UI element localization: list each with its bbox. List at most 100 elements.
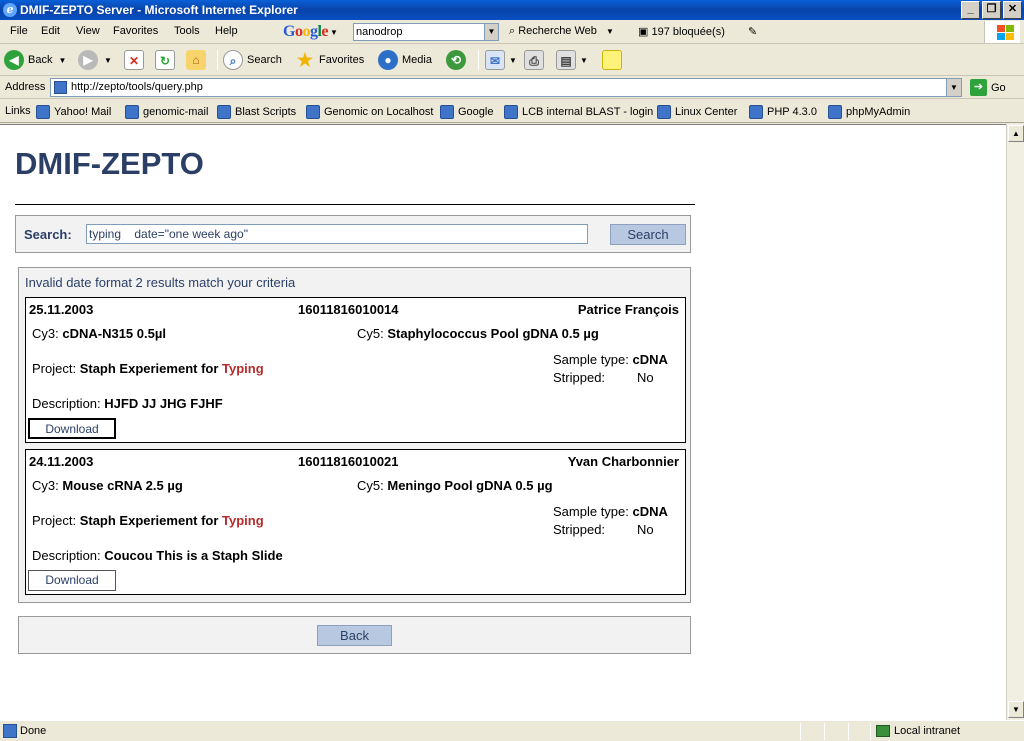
edit-page-icon: ▤ — [556, 50, 576, 70]
page-content: DMIF-ZEPTO Search: typing date="one week… — [0, 124, 1006, 720]
page-icon — [125, 105, 139, 119]
security-zone: Local intranet — [876, 725, 960, 737]
scroll-down-icon[interactable]: ▼ — [1008, 701, 1024, 718]
stop-button[interactable]: ✕ — [124, 49, 148, 71]
result-owner: Yvan Charbonnier — [567, 454, 679, 469]
title-divider — [15, 204, 695, 205]
address-input[interactable]: http://zepto/tools/query.php ▼ — [50, 78, 962, 97]
media-toolbar-button[interactable]: ● Media — [378, 49, 432, 71]
search-button[interactable]: Search — [610, 224, 686, 245]
search-label: Search: — [24, 227, 72, 242]
menu-edit[interactable]: Edit — [41, 25, 60, 37]
link-yahoo-mail[interactable]: Yahoo! Mail — [36, 105, 111, 119]
links-label: Links — [5, 105, 31, 117]
result-stripped-label: Stripped: — [553, 370, 606, 385]
ie-icon: e — [3, 3, 17, 17]
page-icon — [504, 105, 518, 119]
back-nav-button[interactable]: ◀ Back ▼ — [4, 49, 66, 71]
refresh-button[interactable]: ↻ — [155, 49, 179, 71]
menu-view[interactable]: View — [76, 25, 100, 37]
intranet-icon — [876, 725, 890, 737]
popup-blocked-icon: ▣ — [638, 26, 649, 38]
home-button[interactable]: ⌂ — [186, 49, 210, 71]
back-panel: Back — [18, 616, 691, 654]
mail-icon: ✉ — [485, 50, 505, 70]
printer-icon: ⎙ — [524, 50, 544, 70]
download-button[interactable]: Download — [28, 418, 116, 439]
menu-file[interactable]: File — [10, 25, 28, 37]
highlighter-icon[interactable]: ✎ — [748, 25, 757, 38]
result-description: Description: Coucou This is a Staph Slid… — [32, 548, 283, 563]
print-button[interactable]: ⎙ — [524, 49, 548, 71]
search-toolbar-button[interactable]: ⌕ Search — [223, 49, 282, 71]
result-date: 24.11.2003 — [29, 454, 94, 469]
windows-logo-icon — [984, 21, 1020, 43]
favorites-toolbar-button[interactable]: ★ Favorites — [295, 49, 364, 71]
forward-nav-button[interactable]: ▶ ▼ — [78, 49, 112, 71]
mail-button[interactable]: ✉ ▼ — [485, 49, 517, 71]
link-genomic-mail[interactable]: genomic-mail — [125, 105, 208, 119]
address-bar: Address http://zepto/tools/query.php ▼ ➔… — [0, 77, 1024, 99]
menu-favorites[interactable]: Favorites — [113, 25, 158, 37]
scroll-up-icon[interactable]: ▲ — [1008, 125, 1024, 142]
window-title: DMIF-ZEPTO Server - Microsoft Internet E… — [20, 3, 298, 17]
search-panel: Search: typing date="one week ago" Searc… — [15, 215, 691, 253]
result-description: Description: HJFD JJ JHG FJHF — [32, 396, 223, 411]
page-icon — [440, 105, 454, 119]
back-arrow-icon: ◀ — [4, 50, 24, 70]
standard-toolbar: ◀ Back ▼ ▶ ▼ ✕ ↻ ⌂ ⌕ Search ★ Favorites … — [0, 45, 1024, 76]
result-cy5: Cy5: Meningo Pool gDNA 0.5 µg — [357, 478, 553, 493]
search-input[interactable]: typing date="one week ago" — [86, 224, 588, 244]
result-cy3: Cy3: cDNA-N315 0.5µl — [32, 326, 166, 341]
results-message: Invalid date format 2 results match your… — [25, 275, 296, 290]
download-button[interactable]: Download — [28, 570, 116, 591]
star-icon: ★ — [296, 50, 314, 70]
link-blast-scripts[interactable]: Blast Scripts — [217, 105, 296, 119]
result-project: Project: Staph Experiement for Typing — [32, 361, 264, 376]
go-button[interactable]: ➔ Go — [970, 79, 1006, 96]
popup-blocker-button[interactable]: ▣ 197 bloquée(s) — [638, 25, 725, 38]
back-button[interactable]: Back — [317, 625, 392, 646]
magnifier-icon: ⌕ — [223, 50, 243, 70]
link-genomic-localhost[interactable]: Genomic on Localhost — [306, 105, 433, 119]
google-search-input[interactable]: nanodrop ▼ — [353, 23, 499, 41]
menu-help[interactable]: Help — [215, 25, 238, 37]
google-logo[interactable]: Google ▼ — [283, 21, 338, 43]
close-button[interactable]: ✕ — [1003, 1, 1022, 19]
link-lcb-blast[interactable]: LCB internal BLAST - login — [504, 105, 653, 119]
page-icon — [36, 105, 50, 119]
history-button[interactable]: ⟲ — [446, 49, 470, 71]
menu-tools[interactable]: Tools — [174, 25, 200, 37]
link-linux-center[interactable]: Linux Center — [657, 105, 737, 119]
result-cy5: Cy5: Staphylococcus Pool gDNA 0.5 µg — [357, 326, 599, 341]
result-cy3: Cy3: Mouse cRNA 2.5 µg — [32, 478, 183, 493]
chevron-down-icon[interactable]: ▼ — [946, 79, 961, 96]
minimize-button[interactable]: _ — [961, 1, 980, 19]
web-search-button[interactable]: ⌕ Recherche Web ▼ — [509, 25, 614, 38]
chevron-down-icon[interactable]: ▼ — [484, 24, 498, 40]
result-card: 25.11.2003 16011816010014 Patrice Franço… — [25, 297, 686, 443]
result-stripped-value: No — [637, 370, 654, 385]
result-owner: Patrice François — [577, 302, 679, 317]
result-card: 24.11.2003 16011816010021 Yvan Charbonni… — [25, 449, 686, 595]
page-icon — [54, 81, 67, 94]
results-panel: Invalid date format 2 results match your… — [18, 267, 691, 603]
page-icon — [828, 105, 842, 119]
link-phpmyadmin[interactable]: phpMyAdmin — [828, 105, 910, 119]
vertical-scrollbar[interactable]: ▲ ▼ — [1006, 124, 1024, 720]
notes-button[interactable] — [602, 49, 626, 71]
page-icon — [657, 105, 671, 119]
page-icon — [749, 105, 763, 119]
restore-button[interactable]: ❐ — [982, 1, 1001, 19]
edit-button[interactable]: ▤ ▼ — [556, 49, 588, 71]
refresh-icon: ↻ — [155, 50, 175, 70]
stop-icon: ✕ — [124, 50, 144, 70]
window-titlebar: e DMIF-ZEPTO Server - Microsoft Internet… — [0, 0, 1024, 20]
result-stripped-label: Stripped: — [553, 522, 606, 537]
link-php[interactable]: PHP 4.3.0 — [749, 105, 817, 119]
result-barcode: 16011816010014 — [298, 302, 399, 317]
result-sample-type: Sample type: cDNA — [553, 352, 668, 367]
link-google[interactable]: Google — [440, 105, 493, 119]
address-label: Address — [5, 81, 46, 93]
status-text: Done — [20, 725, 47, 737]
